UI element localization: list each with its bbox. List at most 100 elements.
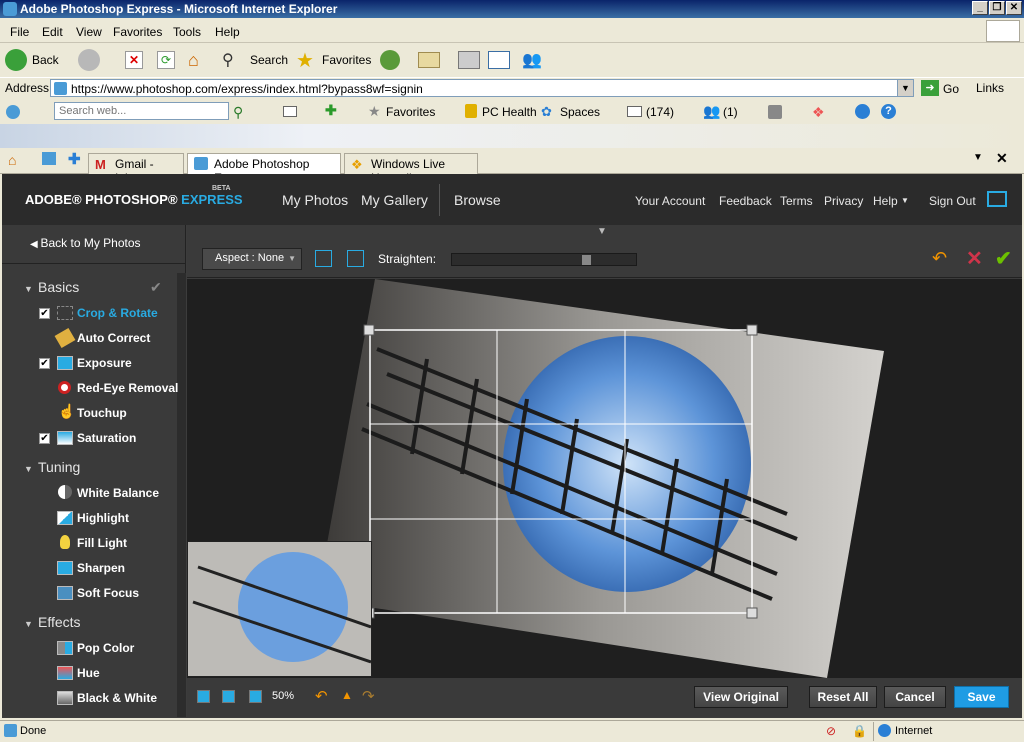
link-sign-out[interactable]: Sign Out <box>929 194 976 208</box>
tool-saturation[interactable]: Saturation <box>77 431 136 445</box>
back-to-photos-link[interactable]: ◀ Back to My Photos <box>30 236 141 250</box>
live-toolbar-icon[interactable] <box>6 105 20 119</box>
undo-icon[interactable]: ↶ <box>315 687 328 705</box>
nav-browse[interactable]: Browse <box>454 192 501 208</box>
effects-collapse-icon[interactable]: ▼ <box>24 619 33 629</box>
menu-file[interactable]: File <box>10 25 29 39</box>
cancel-x-icon[interactable]: ✕ <box>966 246 983 271</box>
cancel-button[interactable]: Cancel <box>884 686 946 708</box>
address-input[interactable]: https://www.photoshop.com/express/index.… <box>50 79 914 97</box>
close-tab-icon[interactable]: ✕ <box>996 150 1008 167</box>
tab-icon[interactable] <box>283 106 297 117</box>
tool-soft-focus[interactable]: Soft Focus <box>77 586 139 600</box>
link-terms[interactable]: Terms <box>780 194 813 208</box>
saturation-checkbox[interactable]: ✔ <box>39 433 50 444</box>
home-icon[interactable]: ⌂ <box>188 50 208 70</box>
section-tuning[interactable]: Tuning <box>38 459 80 475</box>
sidebar-scrollbar[interactable] <box>177 273 186 717</box>
tool-white-balance[interactable]: White Balance <box>77 486 159 500</box>
favorites-button[interactable]: Favorites <box>322 53 371 67</box>
new-tab-icon[interactable]: ✚ <box>68 150 81 168</box>
tuning-collapse-icon[interactable]: ▼ <box>24 464 33 474</box>
messenger-icon[interactable]: 👥 <box>522 50 544 70</box>
tool-crop-rotate[interactable]: Crop & Rotate <box>77 306 158 320</box>
search-web-input[interactable] <box>54 102 229 120</box>
section-effects[interactable]: Effects <box>38 614 81 630</box>
back-button[interactable]: Back <box>32 53 59 67</box>
add-icon[interactable]: ✚ <box>325 102 337 119</box>
links-favorites[interactable]: Favorites <box>386 105 435 119</box>
edit-icon[interactable] <box>488 51 510 69</box>
menu-favorites[interactable]: Favorites <box>113 25 162 39</box>
lock-icon[interactable]: 🔒 <box>852 724 867 738</box>
crop-checkbox[interactable]: ✔ <box>39 308 50 319</box>
help-dropdown-icon[interactable]: ▼ <box>901 196 909 205</box>
refresh-icon[interactable]: ⟳ <box>157 51 175 69</box>
tool-pop-color[interactable]: Pop Color <box>77 641 134 655</box>
tab-photoshop-express[interactable]: Adobe Photoshop Expr... <box>187 153 341 185</box>
search-go-icon[interactable]: ⚲ <box>233 104 243 121</box>
link-help[interactable]: Help <box>873 194 898 208</box>
tool-red-eye[interactable]: Red-Eye Removal <box>77 381 178 395</box>
forward-arrow-icon[interactable] <box>78 49 100 71</box>
basics-collapse-icon[interactable]: ▼ <box>24 284 33 294</box>
tool-black-white[interactable]: Black & White <box>77 691 157 705</box>
mail-icon[interactable] <box>418 52 440 68</box>
undo-rotate-icon[interactable]: ↶ <box>932 248 947 269</box>
rss-icon[interactable] <box>768 105 782 119</box>
tool-sharpen[interactable]: Sharpen <box>77 561 125 575</box>
tab-list-icon[interactable] <box>42 152 56 165</box>
rotate-right-icon[interactable] <box>347 250 364 267</box>
tool-fill-light[interactable]: Fill Light <box>77 536 127 550</box>
address-dropdown-icon[interactable]: ▼ <box>897 80 913 96</box>
apply-check-icon[interactable]: ✔ <box>995 246 1012 271</box>
go-button[interactable]: Go <box>943 82 959 96</box>
nav-my-gallery[interactable]: My Gallery <box>361 192 428 208</box>
menu-help[interactable]: Help <box>215 25 240 39</box>
nav-my-photos[interactable]: My Photos <box>282 192 348 208</box>
tool-hue[interactable]: Hue <box>77 666 100 680</box>
close-window-button[interactable]: ✕ <box>1006 1 1022 15</box>
tool-touchup[interactable]: Touchup <box>77 406 127 420</box>
view-original-button[interactable]: View Original <box>694 686 788 708</box>
save-button[interactable]: Save <box>954 686 1009 708</box>
tool-auto-correct[interactable]: Auto Correct <box>77 331 150 345</box>
reset-all-button[interactable]: Reset All <box>809 686 877 708</box>
tool-exposure[interactable]: Exposure <box>77 356 132 370</box>
restore-button[interactable]: ❐ <box>989 1 1005 15</box>
link-feedback[interactable]: Feedback <box>719 194 772 208</box>
aspect-select[interactable]: Aspect : None ▼ <box>202 248 302 270</box>
image-canvas[interactable] <box>187 279 1022 678</box>
mail-count[interactable]: (174) <box>646 105 674 119</box>
print-icon[interactable] <box>458 51 480 69</box>
quick-tabs-home-icon[interactable]: ⌂ <box>8 152 16 168</box>
collapse-panel-icon[interactable]: ▼ <box>597 226 607 237</box>
rotate-left-icon[interactable] <box>315 250 332 267</box>
straighten-thumb[interactable] <box>582 255 591 265</box>
menu-edit[interactable]: Edit <box>42 25 63 39</box>
zoom-out-icon[interactable] <box>197 690 210 703</box>
help-icon[interactable]: ? <box>881 104 896 119</box>
onecare-icon[interactable]: ❖ <box>812 104 825 121</box>
favorites-star-icon[interactable]: ★ <box>296 48 314 73</box>
history-icon[interactable] <box>380 50 400 70</box>
link-privacy[interactable]: Privacy <box>824 194 863 208</box>
messenger-count[interactable]: (1) <box>723 105 738 119</box>
stop-icon[interactable]: ✕ <box>125 51 143 69</box>
go-arrow-icon[interactable]: ➜ <box>921 80 939 96</box>
navigator-thumbnail[interactable] <box>187 541 372 677</box>
zoom-in-icon[interactable] <box>249 690 262 703</box>
minimize-button[interactable]: _ <box>972 1 988 15</box>
links-spaces[interactable]: Spaces <box>560 105 600 119</box>
fit-screen-icon[interactable] <box>222 690 235 703</box>
history-icon[interactable]: ▲ <box>341 688 353 702</box>
search-icon[interactable]: ⚲ <box>222 50 242 70</box>
logo[interactable]: ADOBE® PHOTOSHOP® EXPRESS <box>25 192 243 207</box>
search-button[interactable]: Search <box>250 53 288 67</box>
redo-icon[interactable]: ↷ <box>362 687 375 705</box>
menu-view[interactable]: View <box>76 25 102 39</box>
fullscreen-icon[interactable] <box>987 191 1007 207</box>
tab-gmail[interactable]: M Gmail - Inbox <box>88 153 184 185</box>
translate-icon[interactable] <box>855 104 870 119</box>
links-pc-health[interactable]: PC Health <box>482 105 537 119</box>
